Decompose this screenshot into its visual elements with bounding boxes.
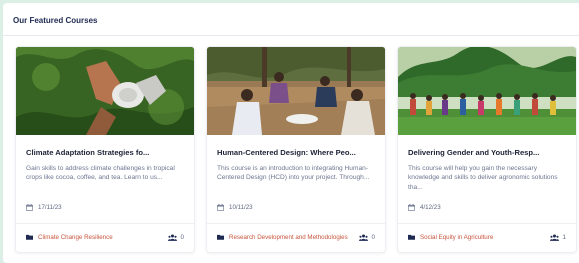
women-in-field-image <box>398 47 576 135</box>
calendar-icon <box>408 204 415 211</box>
enrolled-count: 0 <box>167 233 184 241</box>
course-title[interactable]: Delivering Gender and Youth-Resp... <box>408 148 568 157</box>
enrolled-count: 0 <box>358 233 375 241</box>
course-date-text: 10/11/23 <box>229 204 253 211</box>
course-title[interactable]: Human-Centered Design: Where Peo... <box>217 148 377 157</box>
course-date: 17/11/23 <box>26 204 62 211</box>
card-divider <box>207 223 385 224</box>
enrolled-count-value: 0 <box>180 233 184 241</box>
enrolled-count-value: 1 <box>562 233 566 241</box>
course-card-3[interactable]: Delivering Gender and Youth-Resp... This… <box>397 46 577 253</box>
course-category-label: Climate Change Resilience <box>38 233 113 241</box>
folder-icon <box>217 234 224 240</box>
section-title: Our Featured Courses <box>13 16 98 25</box>
course-category-label: Social Equity in Agriculture <box>420 233 494 241</box>
card-divider <box>398 223 576 224</box>
course-category[interactable]: Research Development and Methodologies <box>217 234 348 241</box>
users-icon <box>167 234 177 241</box>
course-image-3[interactable] <box>398 47 576 135</box>
course-description: This course will help you gain the neces… <box>408 165 558 191</box>
enrolled-count: 1 <box>549 233 566 241</box>
enrolled-count-value: 0 <box>371 233 375 241</box>
course-description: Gain skills to address climate challenge… <box>26 165 175 182</box>
users-icon <box>358 234 368 241</box>
calendar-icon <box>217 204 224 211</box>
folder-icon <box>26 234 33 240</box>
folder-icon <box>408 234 415 240</box>
course-category[interactable]: Climate Change Resilience <box>26 234 113 241</box>
card-footer: Social Equity in Agriculture 1 <box>408 232 566 242</box>
course-date-text: 17/11/23 <box>38 204 62 211</box>
group-meeting-image <box>207 47 385 135</box>
farmer-with-hat-image <box>16 47 194 135</box>
course-image-2[interactable] <box>207 47 385 135</box>
card-footer: Research Development and Methodologies 0 <box>217 232 375 242</box>
calendar-icon <box>26 204 33 211</box>
course-category-label: Research Development and Methodologies <box>229 233 348 241</box>
course-image-1[interactable] <box>16 47 194 135</box>
course-description: This course is an introduction to integr… <box>217 165 370 182</box>
course-date: 4/12/23 <box>408 204 441 211</box>
divider <box>3 35 579 36</box>
course-date: 10/11/23 <box>217 204 253 211</box>
course-title[interactable]: Climate Adaptation Strategies fo... <box>26 148 186 157</box>
course-category[interactable]: Social Equity in Agriculture <box>408 234 493 241</box>
users-icon <box>549 234 559 241</box>
card-footer: Climate Change Resilience 0 <box>26 232 184 242</box>
course-date-text: 4/12/23 <box>420 204 441 211</box>
course-card-1[interactable]: Climate Adaptation Strategies fo... Gain… <box>15 46 195 253</box>
course-card-2[interactable]: Human-Centered Design: Where Peo... This… <box>206 46 386 253</box>
card-divider <box>16 223 194 224</box>
